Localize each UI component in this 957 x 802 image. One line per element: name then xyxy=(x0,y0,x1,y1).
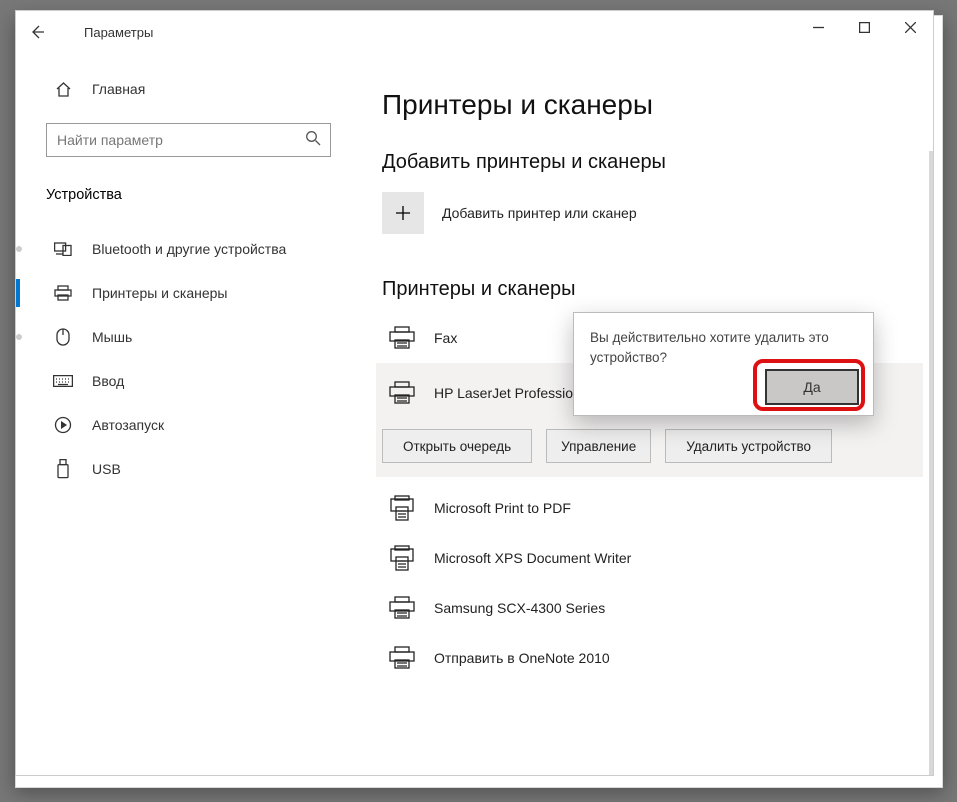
printer-doc-icon xyxy=(382,545,422,571)
printer-item-samsung[interactable]: Samsung SCX-4300 Series xyxy=(376,583,923,633)
sidebar-item-typing[interactable]: Ввод xyxy=(16,359,361,403)
printer-icon xyxy=(52,285,74,301)
nav-list: Bluetooth и другие устройства Принтеры и… xyxy=(16,227,361,491)
category-label: Устройства xyxy=(46,187,361,203)
add-printer-row[interactable]: Добавить принтер или сканер xyxy=(382,192,923,234)
mouse-icon xyxy=(52,328,74,346)
sidebar: Главная Устройства Bluetooth и другие ус… xyxy=(16,69,361,775)
sidebar-item-label: Мышь xyxy=(92,329,132,345)
content-area: Принтеры и сканеры Добавить принтеры и с… xyxy=(376,71,923,775)
printer-icon xyxy=(382,646,422,670)
list-section-title: Принтеры и сканеры xyxy=(382,278,923,301)
scrollbar[interactable] xyxy=(929,151,933,775)
search-wrap xyxy=(46,123,331,157)
printer-label: Microsoft XPS Document Writer xyxy=(434,550,631,566)
printer-icon xyxy=(382,596,422,620)
sidebar-item-label: Принтеры и сканеры xyxy=(92,285,227,301)
home-label: Главная xyxy=(92,81,145,97)
sidebar-item-bluetooth[interactable]: Bluetooth и другие устройства xyxy=(16,227,361,271)
sidebar-item-label: Bluetooth и другие устройства xyxy=(92,241,286,257)
page-title: Принтеры и сканеры xyxy=(382,89,923,121)
remove-device-button[interactable]: Удалить устройство xyxy=(665,429,832,463)
sidebar-item-label: Автозапуск xyxy=(92,417,164,433)
minimize-button[interactable] xyxy=(795,11,841,43)
manage-button[interactable]: Управление xyxy=(546,429,651,463)
add-icon xyxy=(382,192,424,234)
edge-dot xyxy=(16,246,22,252)
printer-item-onenote[interactable]: Отправить в OneNote 2010 xyxy=(376,633,923,683)
printer-actions: Открыть очередь Управление Удалить устро… xyxy=(376,423,923,477)
confirm-yes-button[interactable]: Да xyxy=(765,369,859,405)
back-button[interactable] xyxy=(16,11,58,53)
sidebar-item-mouse[interactable]: Мышь xyxy=(16,315,361,359)
sidebar-item-autoplay[interactable]: Автозапуск xyxy=(16,403,361,447)
keyboard-icon xyxy=(52,375,74,387)
home-nav[interactable]: Главная xyxy=(16,69,361,109)
printer-label: Samsung SCX-4300 Series xyxy=(434,600,605,616)
printer-item-xps[interactable]: Microsoft XPS Document Writer xyxy=(376,533,923,583)
printer-label: Microsoft Print to PDF xyxy=(434,500,571,516)
search-icon xyxy=(305,130,321,149)
open-queue-button[interactable]: Открыть очередь xyxy=(382,429,532,463)
sidebar-item-printers[interactable]: Принтеры и сканеры xyxy=(16,271,361,315)
confirm-text: Вы действительно хотите удалить это устр… xyxy=(590,328,857,367)
add-printer-label: Добавить принтер или сканер xyxy=(442,205,637,221)
search-input[interactable] xyxy=(46,123,331,157)
devices-icon xyxy=(52,242,74,256)
printer-label: Fax xyxy=(434,330,457,346)
sidebar-item-label: USB xyxy=(92,461,121,477)
sidebar-item-label: Ввод xyxy=(92,373,124,389)
app-title: Параметры xyxy=(84,25,153,40)
add-section-title: Добавить принтеры и сканеры xyxy=(382,151,923,174)
edge-dot xyxy=(16,334,22,340)
printer-icon xyxy=(382,381,422,405)
maximize-button[interactable] xyxy=(841,11,887,43)
printer-icon xyxy=(382,326,422,350)
home-icon xyxy=(52,81,74,98)
autoplay-icon xyxy=(52,416,74,434)
confirm-delete-popup: Вы действительно хотите удалить это устр… xyxy=(573,312,874,416)
close-button[interactable] xyxy=(887,11,933,43)
printer-label: Отправить в OneNote 2010 xyxy=(434,650,610,666)
titlebar: Параметры xyxy=(16,11,933,53)
printer-doc-icon xyxy=(382,495,422,521)
sidebar-item-usb[interactable]: USB xyxy=(16,447,361,491)
printer-item-ms-pdf[interactable]: Microsoft Print to PDF xyxy=(376,483,923,533)
usb-icon xyxy=(52,459,74,479)
window-controls xyxy=(795,11,933,43)
